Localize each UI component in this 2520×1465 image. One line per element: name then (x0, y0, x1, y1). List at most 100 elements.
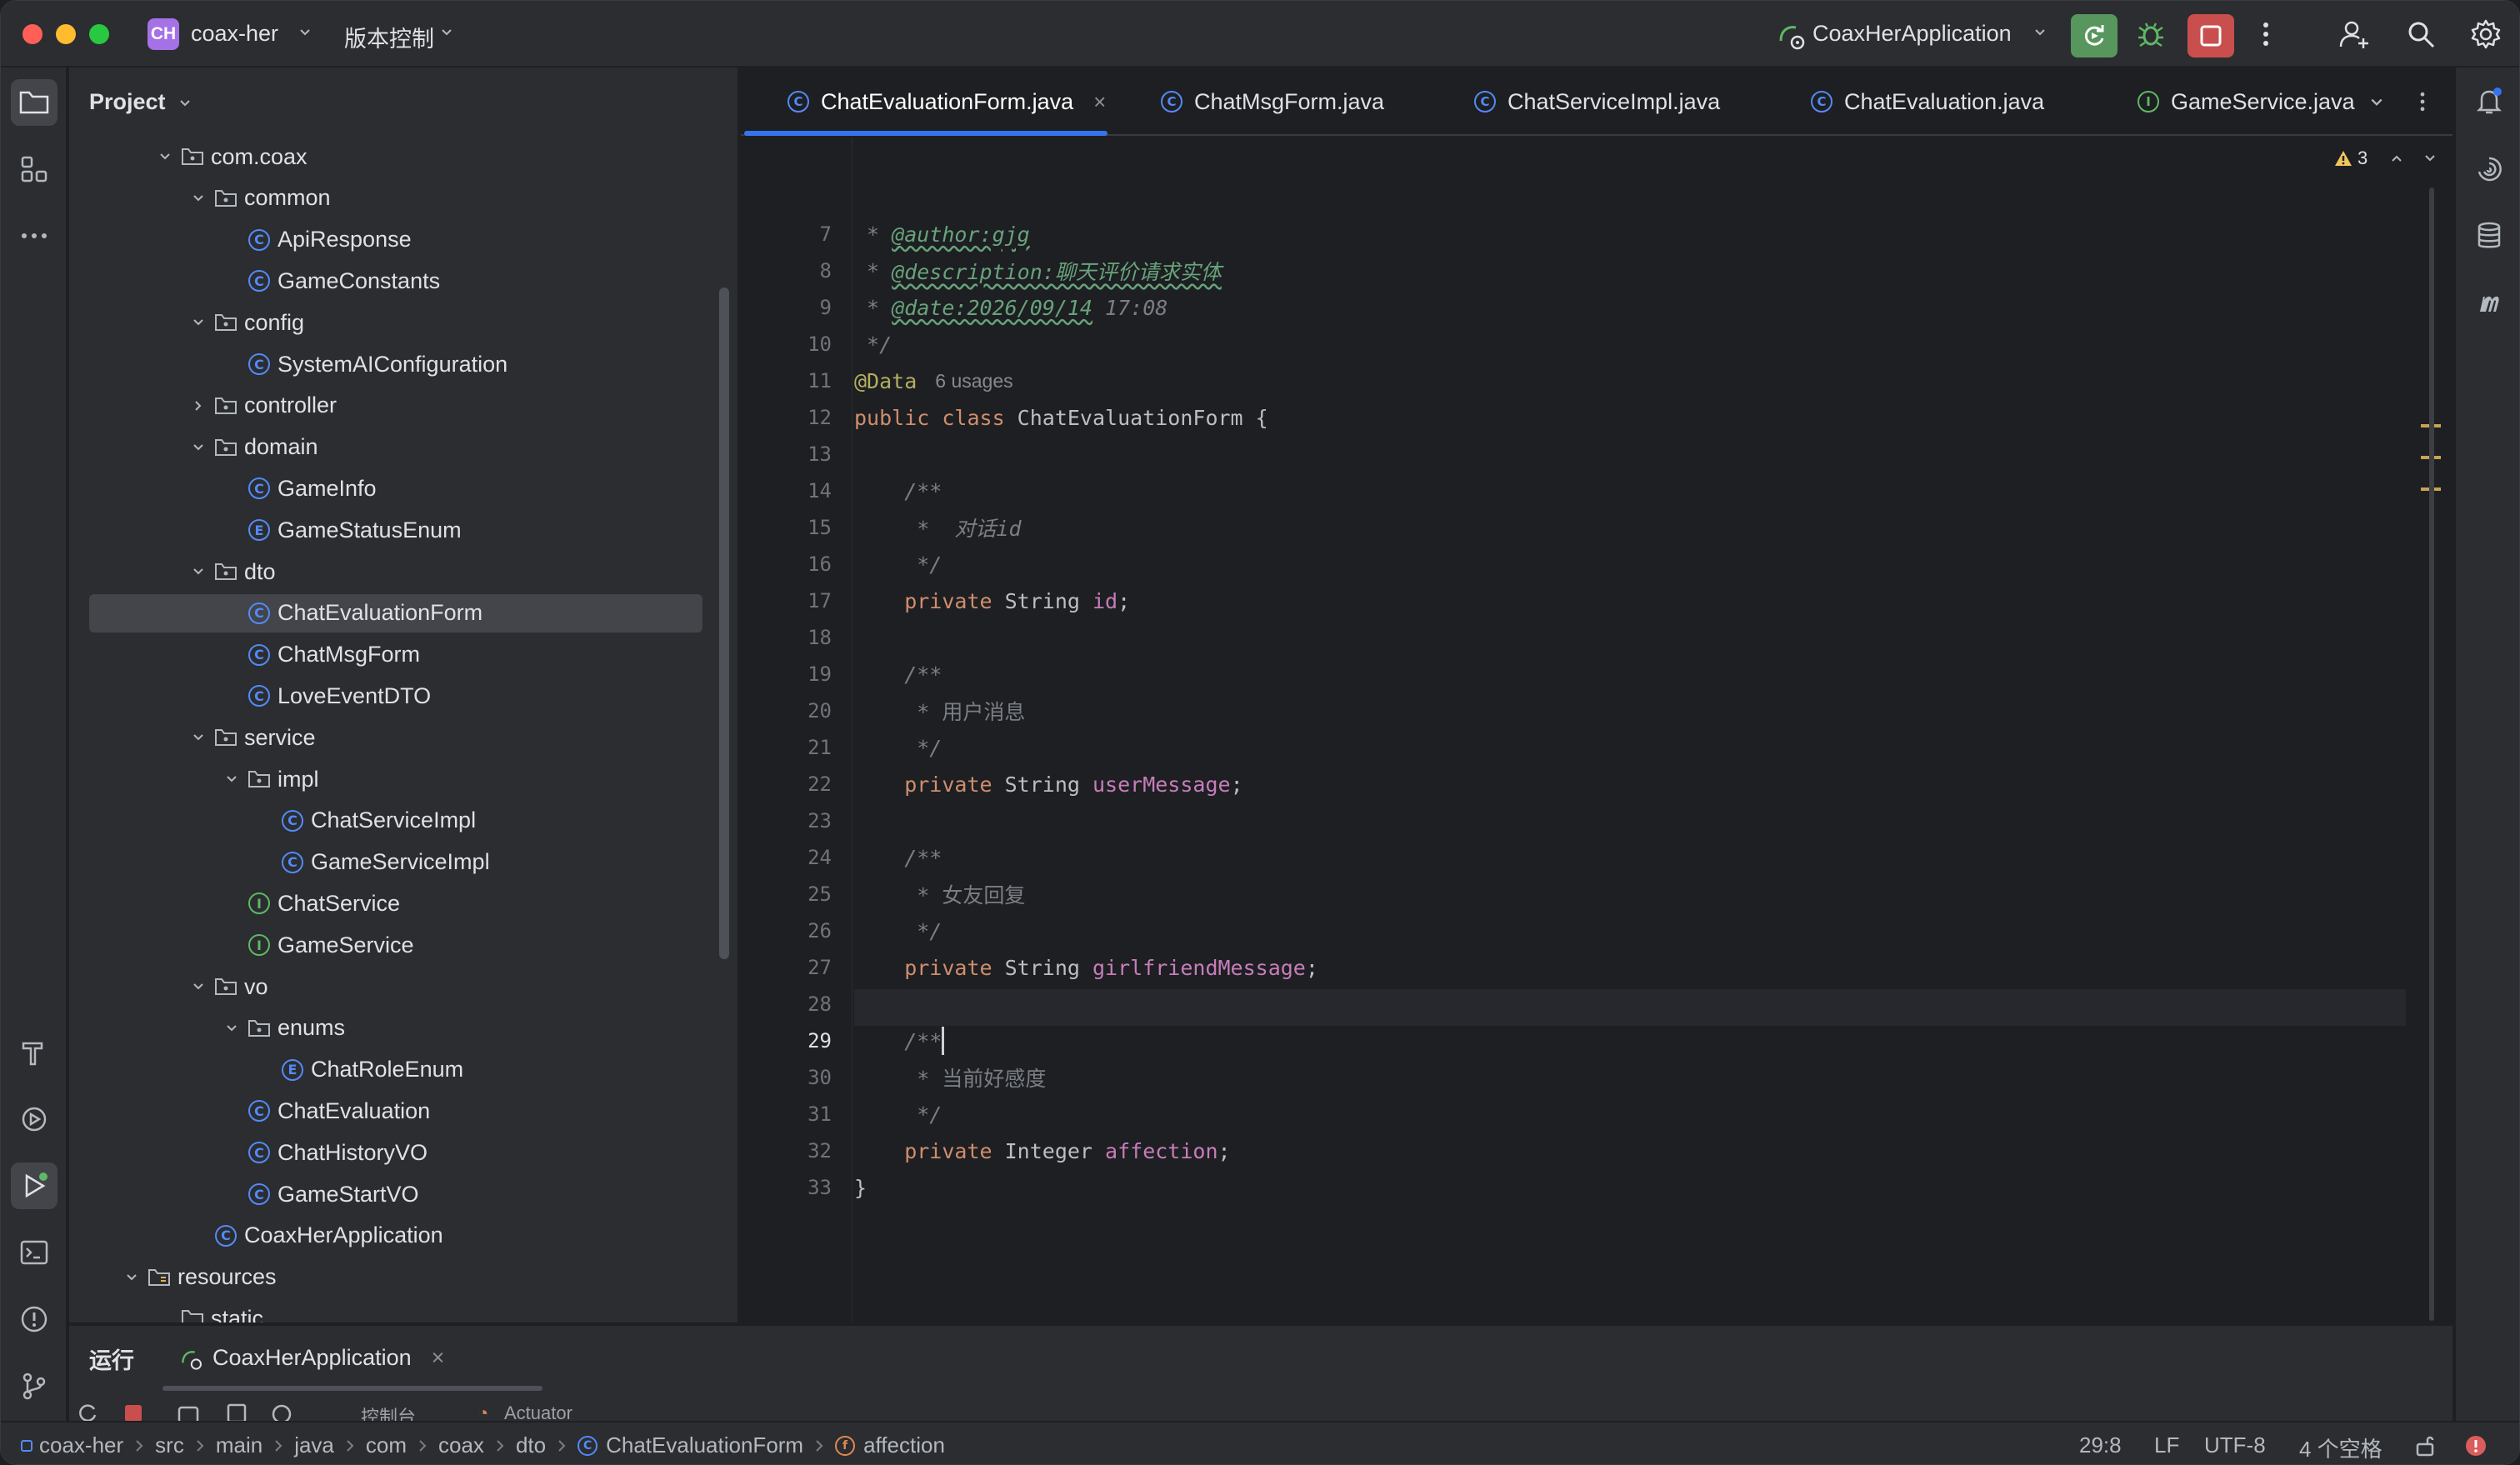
maven-button[interactable] (2468, 281, 2511, 324)
code-line[interactable]: /** (854, 839, 942, 876)
tree-item[interactable]: controller (89, 387, 702, 425)
tree-item[interactable]: vo (89, 968, 702, 1006)
project-badge[interactable]: CH (148, 18, 179, 50)
code-line[interactable]: * 用户消息 (854, 692, 1025, 729)
rerun-button[interactable] (2071, 14, 2118, 58)
code-line[interactable]: private String id; (854, 582, 1130, 619)
terminal-tool-button[interactable] (11, 1229, 58, 1276)
editor-scrollbar[interactable] (2421, 138, 2441, 1322)
run-tab-coaxherapplication[interactable]: CoaxHerApplication × (178, 1338, 444, 1378)
code-line[interactable]: * 当前好感度 (854, 1059, 1046, 1096)
chevron-down-icon[interactable] (188, 561, 209, 582)
code-line[interactable]: /** (854, 656, 942, 692)
tree-item[interactable]: E GameStatusEnum (89, 511, 702, 549)
run-config-selector[interactable]: CoaxHerApplication (1812, 21, 2012, 47)
code-line[interactable]: * 对话id (854, 509, 1021, 546)
chevron-down-icon[interactable] (188, 727, 209, 748)
run-tool-button[interactable] (11, 1162, 58, 1209)
chevron-down-icon[interactable] (121, 1267, 142, 1288)
tree-item[interactable]: I ChatService (89, 884, 702, 922)
breadcrumb-item[interactable]: java (294, 1432, 334, 1458)
chevron-up-icon[interactable] (2389, 152, 2404, 164)
error-icon[interactable] (2464, 1434, 2488, 1458)
code-line[interactable]: public class ChatEvaluationForm { (854, 399, 1268, 436)
close-window-button[interactable] (22, 24, 42, 44)
tree-item[interactable]: C LoveEventDTO (89, 677, 702, 715)
minimize-window-button[interactable] (56, 24, 76, 44)
notifications-button[interactable] (2468, 79, 2511, 122)
more-vertical-icon[interactable] (2419, 89, 2426, 114)
breadcrumb-item[interactable]: coax (438, 1432, 484, 1458)
editor-tab[interactable]: C ChatEvaluationForm.java × (788, 68, 1106, 136)
more-actions-button[interactable] (2248, 16, 2284, 52)
code-line[interactable]: * @author:gjg (854, 216, 1030, 252)
problems-tool-button[interactable] (11, 1296, 58, 1342)
breadcrumb-item[interactable]: main (216, 1432, 262, 1458)
settings-button[interactable] (2468, 16, 2504, 52)
add-user-button[interactable] (2336, 16, 2372, 52)
code-line[interactable]: } (854, 1169, 867, 1206)
tree-item[interactable]: impl (89, 760, 702, 798)
chevron-down-icon[interactable] (221, 1018, 242, 1039)
search-button[interactable] (2402, 16, 2439, 52)
tree-item[interactable]: service (89, 718, 702, 757)
tree-item[interactable]: C CoaxHerApplication (89, 1217, 702, 1255)
build-tool-button[interactable] (11, 1029, 58, 1076)
code-line[interactable]: @Data 6 usages (854, 362, 1013, 399)
code-line[interactable]: private String userMessage; (854, 766, 1242, 802)
tree-item[interactable]: E ChatRoleEnum (89, 1051, 702, 1089)
code-line[interactable]: */ (854, 912, 942, 949)
chevron-down-icon[interactable] (2368, 96, 2386, 109)
stop-button[interactable] (2188, 14, 2234, 58)
project-tool-button[interactable] (11, 79, 58, 126)
indent-setting[interactable]: 4 个空格 (2299, 1432, 2382, 1463)
tree-item[interactable]: enums (89, 1009, 702, 1048)
breadcrumb-item[interactable]: affection (863, 1432, 945, 1458)
breadcrumb-item[interactable]: src (155, 1432, 184, 1458)
editor-tab[interactable]: I GameService.java (2138, 68, 2355, 136)
project-selector[interactable]: coax-her (191, 21, 278, 47)
services-tool-button[interactable] (11, 1096, 58, 1142)
tree-item[interactable]: domain (89, 428, 702, 467)
caret-position[interactable]: 29:8 (2079, 1432, 2122, 1458)
close-tab-button[interactable]: × (1093, 89, 1106, 115)
editor-tab[interactable]: C ChatEvaluation.java (1811, 68, 2044, 136)
editor-tab[interactable]: C ChatMsgForm.java (1161, 68, 1384, 136)
chevron-down-icon[interactable] (154, 146, 176, 168)
code-line[interactable]: private String girlfriendMessage; (854, 949, 1318, 986)
chevron-down-icon[interactable] (221, 768, 242, 790)
tree-item[interactable]: static (89, 1299, 702, 1322)
more-tools-button[interactable] (11, 212, 58, 259)
line-separator[interactable]: LF (2154, 1432, 2179, 1458)
code-line[interactable]: * @description:聊天评价请求实体 (854, 252, 1222, 289)
editor-tab[interactable]: C ChatServiceImpl.java (1474, 68, 1720, 136)
run-tab-close-button[interactable]: × (432, 1345, 445, 1371)
chevron-down-icon[interactable] (188, 976, 209, 998)
chevron-down-icon[interactable] (188, 188, 209, 209)
breadcrumb-item[interactable]: com (366, 1432, 407, 1458)
usages-hint[interactable]: 6 usages (935, 370, 1012, 392)
debug-button[interactable] (2132, 16, 2169, 52)
tree-item[interactable]: dto (89, 552, 702, 591)
vcs-menu[interactable]: 版本控制 (344, 21, 434, 53)
file-encoding[interactable]: UTF-8 (2204, 1432, 2266, 1458)
structure-tool-button[interactable] (11, 146, 58, 192)
ai-assistant-button[interactable] (2468, 148, 2511, 191)
zoom-window-button[interactable] (89, 24, 109, 44)
chevron-down-icon[interactable] (188, 312, 209, 333)
database-button[interactable] (2468, 214, 2511, 258)
breadcrumb-item[interactable]: ChatEvaluationForm (606, 1432, 803, 1458)
code-line[interactable]: */ (854, 729, 942, 766)
project-scrollbar[interactable] (719, 288, 729, 959)
tree-item[interactable]: C GameConstants (89, 262, 702, 300)
tree-item[interactable]: C GameServiceImpl (89, 843, 702, 882)
tree-item[interactable]: C ChatServiceImpl (89, 802, 702, 840)
tree-item[interactable]: C GameStartVO (89, 1175, 702, 1213)
chevron-right-icon[interactable] (188, 395, 209, 417)
tree-item[interactable]: com.coax (89, 138, 702, 176)
code-line[interactable]: */ (854, 326, 892, 362)
tree-item[interactable]: common (89, 179, 702, 218)
code-line[interactable]: */ (854, 1096, 942, 1132)
project-panel-title[interactable]: Project (89, 89, 192, 115)
code-line[interactable]: /** (854, 472, 942, 509)
